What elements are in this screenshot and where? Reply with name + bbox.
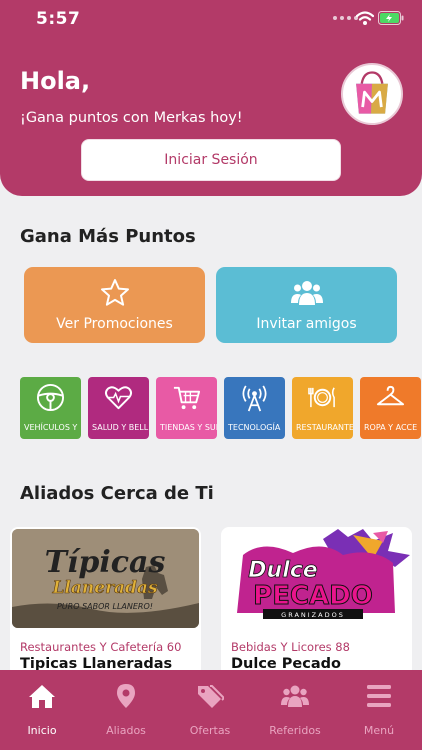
earn-points-title: Gana Más Puntos bbox=[20, 226, 196, 247]
cart-icon bbox=[173, 386, 201, 410]
bottom-nav: Inicio Aliados Ofertas Referidos Menú bbox=[0, 670, 422, 750]
map-pin-icon bbox=[117, 684, 135, 708]
nav-referidos[interactable]: Referidos bbox=[253, 680, 337, 740]
header: 5:57 Hola, ¡Gana puntos con Merkas hoy! … bbox=[0, 0, 422, 196]
tags-icon bbox=[198, 685, 224, 708]
wifi-icon bbox=[356, 11, 374, 25]
invite-friends-button[interactable]: Invitar amigos bbox=[216, 267, 397, 343]
category-stores[interactable]: TIENDAS Y SUI bbox=[156, 377, 217, 439]
ally-logo-text-1: Típicas bbox=[45, 545, 166, 580]
status-bar: 5:57 bbox=[0, 0, 422, 38]
category-label: ROPA Y ACCE bbox=[364, 423, 418, 432]
heart-pulse-icon bbox=[104, 386, 133, 410]
hanger-icon bbox=[376, 385, 405, 406]
nav-ofertas[interactable]: Ofertas bbox=[168, 680, 252, 740]
home-icon bbox=[29, 685, 55, 708]
category-health-beauty[interactable]: SALUD Y BELLE bbox=[88, 377, 149, 439]
category-label: TIENDAS Y SUI bbox=[160, 423, 217, 432]
nav-menu[interactable]: Menú bbox=[337, 680, 421, 740]
signal-icon bbox=[333, 16, 358, 20]
ally-category: Bebidas Y Licores 88 bbox=[231, 640, 350, 654]
greeting-title: Hola, bbox=[20, 67, 91, 95]
status-time: 5:57 bbox=[36, 9, 81, 29]
steering-wheel-icon bbox=[36, 383, 65, 412]
view-promotions-label: Ver Promociones bbox=[56, 316, 173, 332]
ally-logo-tagline: PURO SABOR LLANERO! bbox=[57, 602, 153, 611]
users-icon bbox=[290, 281, 323, 305]
star-icon bbox=[100, 279, 129, 306]
categories-row[interactable]: VEHÍCULOS Y SALUD Y BELLE TIENDAS Y SUI … bbox=[20, 377, 422, 439]
nav-aliados[interactable]: Aliados bbox=[84, 680, 168, 740]
ally-logo-text-2: Llaneradas bbox=[51, 578, 157, 598]
ally-logo-text-2: PECADO bbox=[253, 581, 373, 611]
login-button[interactable]: Iniciar Sesión bbox=[81, 139, 341, 181]
category-label: SALUD Y BELLE bbox=[92, 423, 149, 432]
greeting-subtitle: ¡Gana puntos con Merkas hoy! bbox=[20, 110, 243, 126]
category-restaurants[interactable]: RESTAURANTE bbox=[292, 377, 353, 439]
nav-label: Aliados bbox=[106, 724, 146, 737]
category-clothing[interactable]: ROPA Y ACCE bbox=[360, 377, 421, 439]
category-label: RESTAURANTE bbox=[296, 423, 353, 432]
merkas-logo[interactable] bbox=[341, 63, 403, 125]
ally-logo-tagline: GRANIZADOS bbox=[281, 611, 345, 619]
ally-logo-tipicas: Típicas Llaneradas PURO SABOR LLANERO! bbox=[12, 529, 199, 628]
nav-label: Referidos bbox=[269, 724, 321, 737]
category-vehicles[interactable]: VEHÍCULOS Y bbox=[20, 377, 81, 439]
battery-icon bbox=[378, 11, 404, 25]
ally-category: Restaurantes Y Cafetería 60 bbox=[20, 640, 182, 654]
nav-label: Ofertas bbox=[189, 724, 231, 737]
menu-icon bbox=[367, 685, 391, 707]
nav-label: Menú bbox=[363, 724, 395, 737]
category-label: TECNOLOGÍA bbox=[228, 423, 281, 432]
view-promotions-button[interactable]: Ver Promociones bbox=[24, 267, 205, 343]
nav-inicio[interactable]: Inicio bbox=[0, 680, 84, 740]
shopping-bag-icon bbox=[356, 71, 388, 114]
dish-icon bbox=[308, 387, 335, 408]
invite-friends-label: Invitar amigos bbox=[256, 316, 357, 332]
category-label: VEHÍCULOS Y bbox=[24, 423, 78, 432]
antenna-icon bbox=[242, 385, 267, 412]
ally-logo-dulce-pecado: Dulce PECADO GRANIZADOS bbox=[223, 529, 410, 628]
allies-title: Aliados Cerca de Ti bbox=[20, 483, 214, 504]
category-technology[interactable]: TECNOLOGÍA bbox=[224, 377, 285, 439]
users-icon bbox=[281, 685, 309, 707]
ally-card-dulce-pecado[interactable]: Dulce PECADO GRANIZADOS Bebidas Y Licore… bbox=[221, 527, 412, 677]
ally-card-tipicas-llaneradas[interactable]: Típicas Llaneradas PURO SABOR LLANERO! R… bbox=[10, 527, 201, 677]
nav-label: Inicio bbox=[27, 724, 57, 737]
ally-logo-text-1: Dulce bbox=[248, 558, 318, 583]
